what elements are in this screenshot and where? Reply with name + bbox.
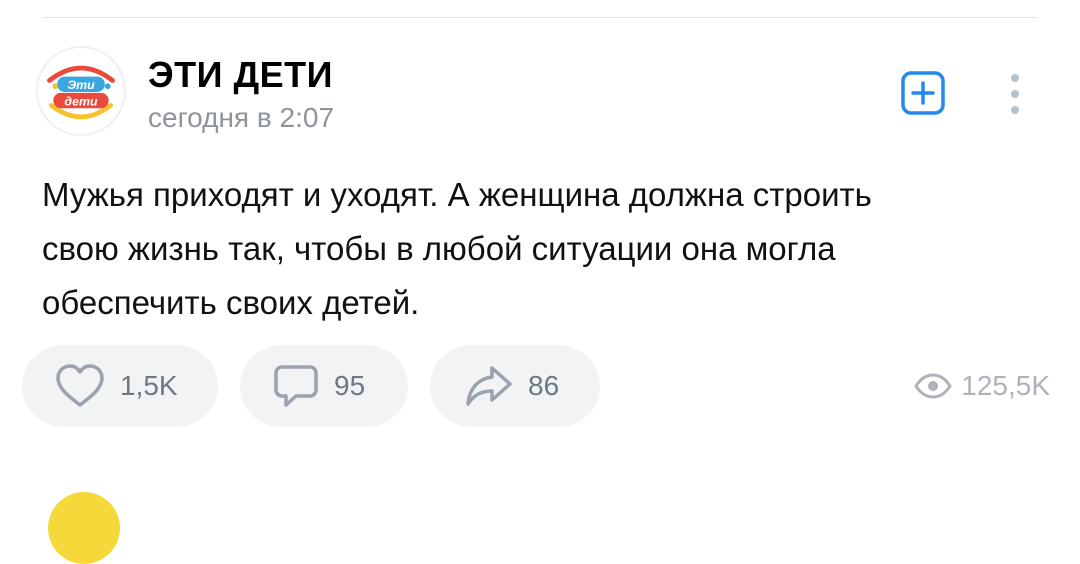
logo-text-top: Эти [67, 78, 95, 92]
heart-outline-icon [56, 364, 104, 407]
author-name[interactable]: ЭТИ ДЕТИ [148, 54, 333, 96]
logo-text-bottom: дети [64, 94, 98, 108]
top-divider [42, 17, 1038, 18]
author-avatar[interactable]: Эти дети [36, 46, 126, 136]
eye-icon [914, 373, 952, 399]
like-button[interactable]: 1,5K [22, 345, 218, 427]
comment-button[interactable]: 95 [240, 345, 408, 427]
plus-square-icon [901, 71, 945, 115]
views-count: 125,5K [961, 370, 1050, 401]
like-count: 1,5K [120, 370, 178, 401]
post-text: Мужья приходят и уходят. А женщина должн… [42, 176, 872, 321]
views-counter: 125,5K [913, 345, 1050, 427]
comment-count: 95 [334, 370, 366, 401]
share-arrow-icon [466, 366, 512, 406]
next-post-avatar[interactable] [48, 492, 120, 564]
share-button[interactable]: 86 [430, 345, 600, 427]
post-actions: 1,5K 95 86 125,5K [22, 345, 1062, 427]
more-vertical-icon [1011, 74, 1019, 114]
share-count: 86 [528, 370, 560, 401]
comment-icon [274, 365, 318, 407]
post-time: сегодня в 2:07 [148, 102, 335, 133]
subscribe-button[interactable] [900, 70, 946, 116]
eti-deti-logo: Эти дети [40, 50, 122, 132]
post-header: Эти дети ЭТИ ДЕТИ сегодня в 2:07 [36, 46, 1044, 146]
more-button[interactable] [1000, 72, 1030, 116]
